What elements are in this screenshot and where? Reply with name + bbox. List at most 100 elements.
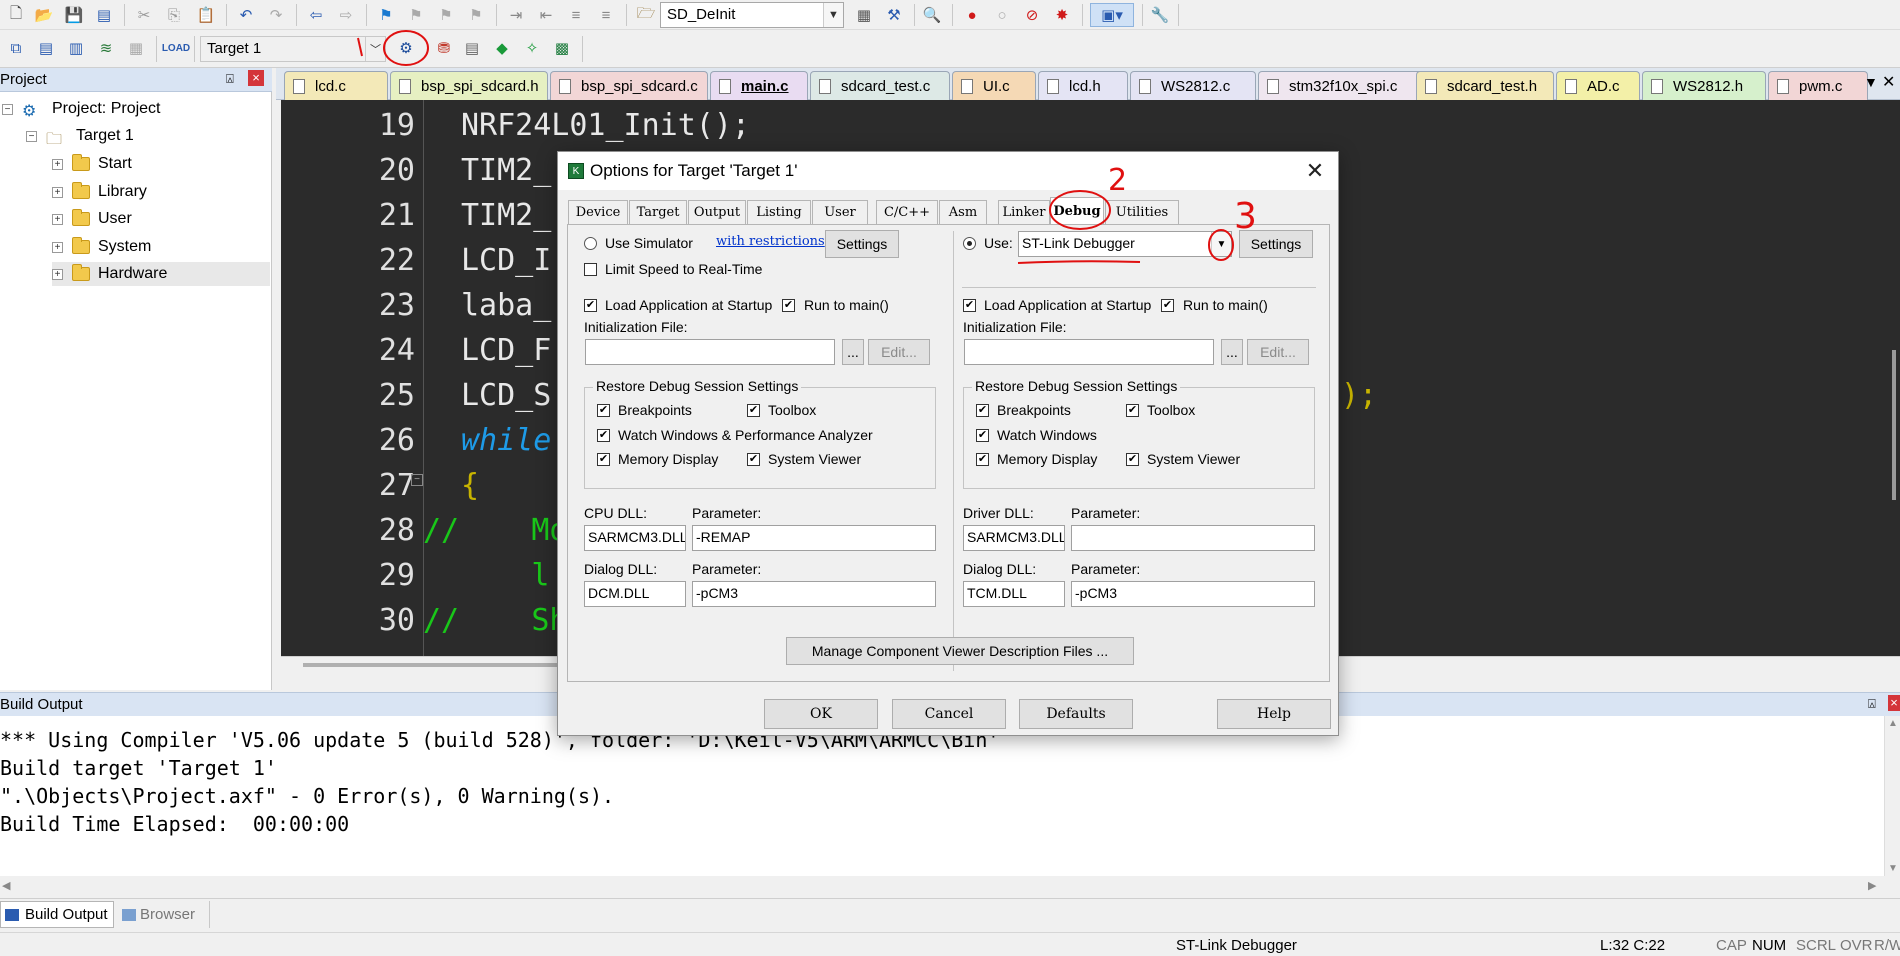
nav-forward-icon[interactable]: ⇨ [334, 3, 358, 27]
copy-icon[interactable]: ⎘ [162, 3, 186, 27]
watch-windows-checkbox[interactable]: ✔ [597, 429, 610, 442]
fold-icon[interactable]: − [411, 474, 423, 486]
chevron-down-icon[interactable]: ▼ [823, 3, 843, 27]
tab-ws2812-c[interactable]: WS2812.c [1130, 71, 1256, 100]
load-app-checkbox[interactable]: ✔ [584, 299, 597, 312]
log-vscrollbar[interactable]: ▲ ▼ [1884, 716, 1900, 876]
init-file-browse-button-right[interactable]: ... [1221, 339, 1243, 365]
disable-all-breakpoints-icon[interactable]: ⊘ [1020, 3, 1044, 27]
nav-back-icon[interactable]: ⇦ [304, 3, 328, 27]
log-hscrollbar[interactable]: ◀ ▶ [0, 876, 1900, 896]
tree-group[interactable]: + Start [52, 152, 132, 176]
window-layout-icon[interactable]: ▣▾ [1090, 3, 1134, 27]
chevron-down-icon[interactable]: ﹀ [365, 37, 385, 61]
expand-icon[interactable]: + [52, 186, 63, 198]
memory-display-checkbox[interactable]: ✔ [597, 453, 610, 466]
dialog-param-input-right[interactable]: -pCM3 [1071, 581, 1315, 607]
tab-linker[interactable]: Linker [998, 200, 1050, 224]
find-icon[interactable]: ⚒ [882, 3, 906, 27]
dialog-dll-input-right[interactable]: TCM.DLL [963, 581, 1065, 607]
uncomment-icon[interactable]: ≡ [594, 3, 618, 27]
pack-installer-icon[interactable]: ✧ [520, 36, 544, 60]
breakpoints-checkbox-right[interactable]: ✔ [976, 404, 989, 417]
defaults-button[interactable]: Defaults [1019, 699, 1133, 729]
tab-c-cpp[interactable]: C/C++ [876, 200, 938, 224]
stop-build-icon[interactable]: ▦ [124, 36, 148, 60]
prev-bookmark-icon[interactable]: ⚑ [404, 3, 428, 27]
comment-icon[interactable]: ≡ [564, 3, 588, 27]
pin-icon[interactable]: ⍓ [226, 71, 234, 87]
scroll-down-icon[interactable]: ▼ [1888, 863, 1898, 874]
pin-icon[interactable]: ⍓ [1868, 696, 1876, 712]
close-button[interactable]: ✕ [1302, 158, 1328, 184]
new-file-icon[interactable]: 🗋 [4, 3, 28, 27]
tab-utilities[interactable]: Utilities [1105, 200, 1179, 224]
build-icon[interactable]: ▤ [34, 36, 58, 60]
target-select[interactable]: Target 1 ﹀ [200, 36, 386, 62]
collapse-icon[interactable]: − [26, 130, 37, 142]
editor-vscrollbar[interactable] [1888, 100, 1900, 656]
tree-group-selected[interactable]: + Hardware [52, 262, 270, 286]
cpu-param-input[interactable]: -REMAP [692, 525, 936, 551]
save-all-icon[interactable]: ▤ [92, 3, 116, 27]
function-select[interactable]: SD_DeInit ▼ [660, 2, 844, 28]
tab-browser[interactable]: Browser [118, 901, 210, 928]
scroll-left-icon[interactable]: ◀ [2, 879, 10, 892]
tab-lcd-h[interactable]: lcd.h [1038, 71, 1128, 100]
clear-bookmarks-icon[interactable]: ⚑ [464, 3, 488, 27]
rebuild-icon[interactable]: ▥ [64, 36, 88, 60]
tab-user[interactable]: User [812, 200, 868, 224]
tab-ad-c[interactable]: AD.c [1556, 71, 1640, 100]
incremental-find-icon[interactable]: ▦ [852, 3, 876, 27]
manage-component-viewer-button[interactable]: Manage Component Viewer Description File… [786, 637, 1134, 665]
tab-bsp-spi-sdcard-c[interactable]: bsp_spi_sdcard.c [550, 71, 708, 100]
unindent-icon[interactable]: ⇤ [534, 3, 558, 27]
tab-build-output[interactable]: Build Output [0, 901, 114, 928]
manage-rte-icon[interactable]: ◆ [490, 36, 514, 60]
tab-sdcard-test-c[interactable]: sdcard_test.c [810, 71, 950, 100]
bookmark-icon[interactable]: ⚑ [374, 3, 398, 27]
use-simulator-radio[interactable] [584, 237, 597, 250]
chevron-down-icon[interactable]: ▼ [1211, 232, 1231, 256]
redo-icon[interactable]: ↷ [264, 3, 288, 27]
expand-icon[interactable]: + [52, 241, 63, 253]
undo-icon[interactable]: ↶ [234, 3, 258, 27]
scroll-up-icon[interactable]: ▲ [1888, 718, 1898, 729]
scroll-right-icon[interactable]: ▶ [1868, 879, 1876, 892]
tab-device[interactable]: Device [568, 200, 628, 224]
tab-debug[interactable]: Debug [1050, 197, 1104, 225]
init-file-browse-button[interactable]: ... [842, 339, 864, 365]
toolbox-checkbox[interactable]: ✔ [747, 404, 760, 417]
cancel-button[interactable]: Cancel [892, 699, 1006, 729]
close-icon[interactable]: × [1888, 695, 1900, 711]
limit-speed-checkbox[interactable] [584, 263, 597, 276]
tab-list-icon[interactable]: ▼ [1864, 74, 1878, 90]
tree-group[interactable]: + User [52, 207, 132, 231]
tab-target[interactable]: Target [629, 200, 687, 224]
paste-icon[interactable]: 📋 [194, 3, 218, 27]
tree-root[interactable]: − ⚙ Project: Project [2, 97, 160, 121]
tree-group[interactable]: + Library [52, 180, 147, 204]
options-for-target-icon[interactable]: ⚙ [394, 36, 418, 60]
system-viewer-checkbox[interactable]: ✔ [747, 453, 760, 466]
disable-breakpoint-icon[interactable]: ○ [990, 3, 1014, 27]
breakpoint-icon[interactable]: ● [960, 3, 984, 27]
save-icon[interactable]: 💾 [62, 3, 86, 27]
system-viewer-checkbox-right[interactable]: ✔ [1126, 453, 1139, 466]
tab-stm32f10x-spi-c[interactable]: stm32f10x_spi.c [1258, 71, 1434, 100]
breakpoints-checkbox[interactable]: ✔ [597, 404, 610, 417]
init-file-input[interactable] [585, 339, 835, 365]
tab-ui-c[interactable]: UI.c [952, 71, 1036, 100]
tab-output[interactable]: Output [688, 200, 746, 224]
tab-ws2812-h[interactable]: WS2812.h [1642, 71, 1766, 100]
watch-windows-checkbox-right[interactable]: ✔ [976, 429, 989, 442]
close-icon[interactable]: × [248, 70, 264, 86]
kill-breakpoints-icon[interactable]: ✸ [1050, 3, 1074, 27]
tab-pwm-c[interactable]: pwm.c [1768, 71, 1868, 100]
select-packs-icon[interactable]: ▤ [460, 36, 484, 60]
indent-icon[interactable]: ⇥ [504, 3, 528, 27]
cut-icon[interactable]: ✂ [132, 3, 156, 27]
help-button[interactable]: Help [1217, 699, 1331, 729]
next-bookmark-icon[interactable]: ⚑ [434, 3, 458, 27]
close-tab-icon[interactable]: ✕ [1882, 72, 1895, 92]
